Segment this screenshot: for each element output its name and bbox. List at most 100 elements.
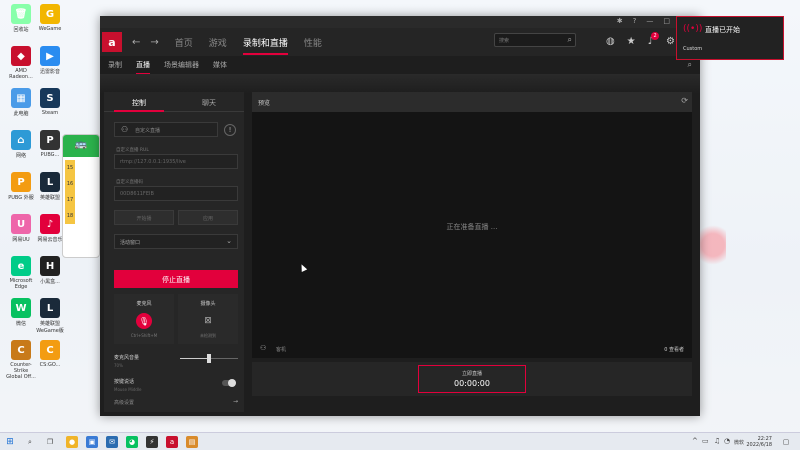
info-icon[interactable]: ! xyxy=(224,124,236,136)
desktop-shortcut[interactable]: ♪ 网易云音乐 xyxy=(35,214,65,243)
desktop-shortcut-label: Counter-Strike Global Off... xyxy=(6,362,36,380)
desktop-shortcut[interactable]: ▦ 此电脑 xyxy=(6,88,36,117)
tray-chevron-icon[interactable]: ^ xyxy=(692,437,698,445)
desktop-shortcut[interactable]: ◆ AMD Radeon... xyxy=(6,46,36,80)
gear-icon[interactable]: ⚙ xyxy=(666,36,675,47)
nav-performance[interactable]: 性能 xyxy=(304,36,322,49)
app-icon: U xyxy=(11,214,31,234)
nav-record-stream[interactable]: 录制和直播 xyxy=(242,36,288,55)
search-icon[interactable]: ⌕ xyxy=(568,35,572,45)
desktop-shortcut[interactable]: S Steam xyxy=(35,88,65,116)
desktop-shortcut[interactable]: ▶ 迅雷影音 xyxy=(35,46,65,75)
app-taskbar-icon[interactable]: ▤ xyxy=(186,436,198,448)
source-value: 活动窗口 xyxy=(120,240,141,246)
advanced-settings-link[interactable]: 高级设置 xyxy=(114,399,134,406)
top-navigation: a ← → 首页 游戏 录制和直播 性能 搜索 ⌕ ◍ ★ ♪ 2 ⚙ xyxy=(100,28,700,56)
desktop-shortcut[interactable]: G WeGame xyxy=(35,4,65,32)
camera-status: 未检测到 xyxy=(200,333,216,338)
desktop-shortcut-label: PUBG... xyxy=(40,152,60,158)
subtab-record[interactable]: 录制 xyxy=(108,60,122,70)
refresh-icon[interactable]: ⟳ xyxy=(681,96,688,105)
slider-knob[interactable] xyxy=(207,354,211,363)
desktop-shortcut[interactable]: C CS:GO... xyxy=(35,340,65,368)
custom-live-field[interactable]: ⚇ 自定义直播 xyxy=(114,122,218,137)
desktop-widget-bus: 🚌 15 16 17 18 xyxy=(62,134,100,258)
subnav-search-icon[interactable]: ⌕ xyxy=(688,60,692,70)
desktop-shortcut[interactable]: 🗑 回收站 xyxy=(6,4,36,33)
taskbar-search-icon[interactable]: ⌕ xyxy=(24,436,36,448)
forward-arrow-icon[interactable]: → xyxy=(150,37,158,48)
back-arrow-icon[interactable]: ← xyxy=(132,37,140,48)
url-field[interactable]: rtmp://127.0.0.1:1935/live xyxy=(114,154,238,169)
desktop-shortcut[interactable]: ⌂ 网络 xyxy=(6,130,36,159)
source-select[interactable]: 活动窗口 ⌄ xyxy=(114,234,238,249)
mic-toggle[interactable]: 麦克风 🎙 Ctrl+Shift+M xyxy=(114,294,174,344)
mic-volume-slider[interactable] xyxy=(180,354,238,363)
amd-taskbar-icon[interactable]: a xyxy=(166,436,178,448)
subtab-stream[interactable]: 直播 xyxy=(136,60,150,74)
desktop-shortcut[interactable]: P PUBG 外服 xyxy=(6,172,36,201)
tab-chat[interactable]: 聊天 xyxy=(174,92,244,111)
subtab-media[interactable]: 媒体 xyxy=(213,60,227,70)
camera-toggle[interactable]: 摄像头 ⊠ 未检测到 xyxy=(178,294,238,344)
network-icon[interactable]: ▭ xyxy=(702,437,709,445)
windows-start-icon[interactable]: ⊞ xyxy=(4,436,16,448)
desktop-shortcut[interactable]: P PUBG... xyxy=(35,130,65,158)
desktop-shortcut-label: 回收站 xyxy=(13,27,29,33)
tab-control[interactable]: 控制 xyxy=(104,92,174,112)
desktop-shortcut[interactable]: L 英雄联盟WeGame版 xyxy=(35,298,65,334)
maximize-icon[interactable]: □ xyxy=(663,17,670,25)
store-icon[interactable]: ▣ xyxy=(86,436,98,448)
tray-app-icon[interactable]: ◔ xyxy=(724,437,730,445)
browser-icon[interactable]: ● xyxy=(66,436,78,448)
wechat-icon[interactable]: ◕ xyxy=(126,436,138,448)
task-view-icon[interactable]: ❐ xyxy=(44,436,56,448)
start-broadcast-button[interactable]: 开始播 xyxy=(114,210,174,225)
nav-home[interactable]: 首页 xyxy=(175,36,193,49)
apply-button[interactable]: 应用 xyxy=(178,210,238,225)
explorer-icon[interactable]: ⚡ xyxy=(146,436,158,448)
search-input[interactable]: 搜索 ⌕ xyxy=(494,33,576,47)
help-icon[interactable]: ? xyxy=(633,17,637,25)
mail-icon[interactable]: ✉ xyxy=(106,436,118,448)
amd-logo[interactable]: a xyxy=(102,32,122,52)
key-field[interactable]: 00D8611FEIB xyxy=(114,186,238,201)
globe-icon[interactable]: ◍ xyxy=(606,36,615,47)
notification-center-icon[interactable]: ▢ xyxy=(780,436,792,448)
slider-fill xyxy=(180,358,209,359)
clock[interactable]: 22:27 2022/6/18 xyxy=(746,436,772,448)
bell-icon[interactable]: ♪ 2 xyxy=(648,32,660,47)
stop-stream-button[interactable]: 停止直播 xyxy=(114,270,238,288)
desktop-shortcut[interactable]: C Counter-Strike Global Off... xyxy=(6,340,36,380)
nav-gaming[interactable]: 游戏 xyxy=(209,36,227,49)
stream-started-toast[interactable]: ((•)) 直播已开始 Custom xyxy=(676,16,784,60)
desktop-shortcut[interactable]: U 网易UU xyxy=(6,214,36,243)
app-icon: 🗑 xyxy=(11,4,31,24)
desktop-shortcut[interactable]: H 小黑盒... xyxy=(35,256,65,285)
mic-volume-value: 70% xyxy=(114,363,123,368)
minimize-icon[interactable]: — xyxy=(646,17,653,25)
camera-title: 摄像头 xyxy=(200,301,216,307)
desktop-shortcut[interactable]: L 英雄联盟 xyxy=(35,172,65,201)
bug-icon[interactable]: ✱ xyxy=(617,17,623,25)
push-to-talk-toggle[interactable] xyxy=(222,379,236,387)
app-icon: ⌂ xyxy=(11,130,31,150)
guest-label: 客机 xyxy=(276,347,287,353)
app-icon: P xyxy=(40,130,60,150)
arrow-right-icon[interactable]: → xyxy=(233,398,238,405)
volume-icon[interactable]: ♫ xyxy=(714,437,720,445)
go-live-button[interactable]: 立即直播 00:00:00 xyxy=(418,365,526,393)
subtab-scene-editor[interactable]: 场景编辑器 xyxy=(164,60,199,70)
app-icon: W xyxy=(11,298,31,318)
toast-title: 直播已开始 xyxy=(705,26,740,34)
window-titlebar: ✱ ? — □ xyxy=(100,16,700,28)
app-icon: L xyxy=(40,298,60,318)
app-icon: ▶ xyxy=(40,46,60,66)
desktop-shortcut[interactable]: e Microsoft Edge xyxy=(6,256,36,290)
desktop-shortcut-label: 网易云音乐 xyxy=(37,237,63,243)
desktop-shortcut[interactable]: W 微信 xyxy=(6,298,36,327)
star-icon[interactable]: ★ xyxy=(627,36,636,47)
taskbar: ⊞ ⌕ ❐ ● ▣ ✉ ◕ ⚡ a ▤ ^ ▭ ♫ ◔ 微软 22:27 202… xyxy=(0,432,800,450)
desktop-shortcut-label: 小黑盒... xyxy=(40,279,60,285)
ime-indicator[interactable]: 微软 xyxy=(734,439,744,446)
